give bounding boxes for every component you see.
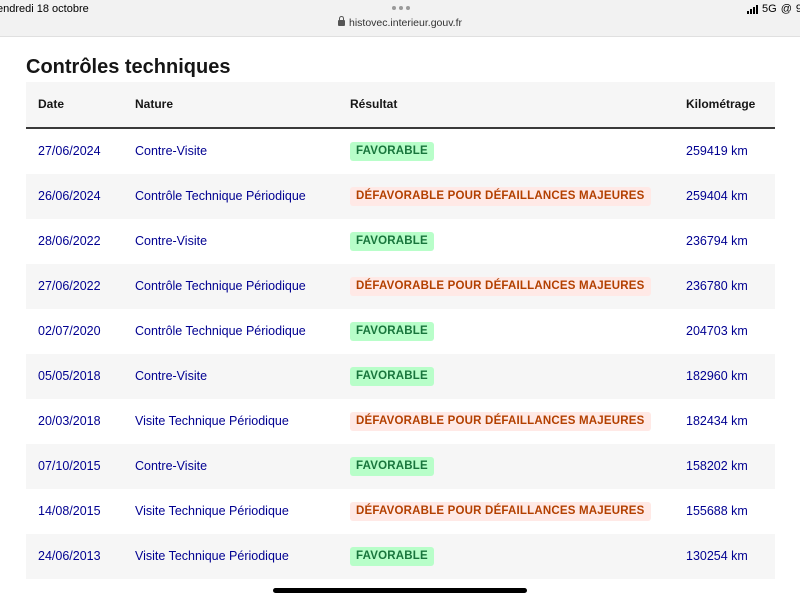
network-label: 5G [762,3,777,15]
table-row: 24/06/2013 Visite Technique Périodique FAV… [26,534,775,579]
row-nature: Contrôle Technique Périodique [135,324,306,338]
table-row: 14/08/2015 Visite Technique Périodique DÉF… [26,489,775,534]
battery-label: 9 [795,3,800,15]
row-nature: Visite Technique Périodique [135,504,289,518]
row-date: 07/10/2015 [38,459,101,473]
row-km: 259419 km [686,144,748,158]
table-row: 07/10/2015 Contre-Visite FAVORABLE 158202 k… [26,444,775,489]
row-nature: Contre-Visite [135,144,208,158]
row-result-cell: FAVORABLE [350,444,434,489]
inspections-table: Date Nature Résultat Kilométrage 27/06/2… [26,82,775,579]
status-badge: FAVORABLE [350,142,434,162]
address-bar[interactable]: histovec.interieur.gouv.fr [0,16,800,29]
row-nature: Contre-Visite [135,369,208,383]
status-time: endredi 18 octobre [0,3,89,15]
browser-status-bar: endredi 18 octobre histovec.interieur.go… [0,0,800,37]
row-km: 158202 km [686,459,748,473]
status-badge: FAVORABLE [350,547,434,567]
status-badge: DÉFAVORABLE POUR DÉFAILLANCES MAJEURES [350,277,651,297]
row-result-cell: FAVORABLE [350,534,434,579]
table-body: 27/06/2024 Contre-Visite FAVORABLE 259419 k… [26,129,775,579]
status-badge: DÉFAVORABLE POUR DÉFAILLANCES MAJEURES [350,187,651,207]
status-indicators: 5G @ 9 [747,3,800,15]
row-km: 182434 km [686,414,748,428]
more-dots-icon[interactable] [392,6,410,10]
url-text: histovec.interieur.gouv.fr [348,17,463,29]
row-km: 130254 km [686,549,748,563]
row-result-cell: FAVORABLE [350,354,434,399]
header-result: Résultat [350,97,398,111]
row-result-cell: DÉFAVORABLE POUR DÉFAILLANCES MAJEURES [350,264,651,309]
row-km: 236780 km [686,279,748,293]
row-result-cell: FAVORABLE [350,309,434,354]
status-badge: FAVORABLE [350,232,434,252]
table-row: 27/06/2022 Contrôle Technique Périodique D… [26,264,775,309]
row-nature: Contre-Visite [135,234,208,248]
status-badge: FAVORABLE [350,367,434,387]
row-date: 24/06/2013 [38,549,101,563]
table-row: 05/05/2018 Contre-Visite FAVORABLE 182960 k… [26,354,775,399]
home-indicator[interactable] [273,588,527,593]
rotation-lock-icon: @ [780,3,792,15]
row-nature: Visite Technique Périodique [135,414,289,428]
row-nature: Contrôle Technique Périodique [135,189,306,203]
header-date: Date [38,97,65,111]
row-result-cell: DÉFAVORABLE POUR DÉFAILLANCES MAJEURES [350,399,651,444]
table-row: 27/06/2024 Contre-Visite FAVORABLE 259419 k… [26,129,775,174]
row-nature: Contrôle Technique Périodique [135,279,306,293]
row-date: 05/05/2018 [38,369,101,383]
row-date: 02/07/2020 [38,324,101,338]
row-result-cell: DÉFAVORABLE POUR DÉFAILLANCES MAJEURES [350,489,651,534]
status-badge: FAVORABLE [350,322,434,342]
status-badge: DÉFAVORABLE POUR DÉFAILLANCES MAJEURES [350,412,651,432]
row-km: 182960 km [686,369,748,383]
status-badge: FAVORABLE [350,457,434,477]
row-date: 20/03/2018 [38,414,101,428]
row-date: 26/06/2024 [38,189,101,203]
row-date: 14/08/2015 [38,504,101,518]
status-badge: DÉFAVORABLE POUR DÉFAILLANCES MAJEURES [350,502,651,522]
row-result-cell: DÉFAVORABLE POUR DÉFAILLANCES MAJEURES [350,174,651,219]
table-row: 20/03/2018 Visite Technique Périodique DÉF… [26,399,775,444]
row-date: 27/06/2024 [38,144,101,158]
row-date: 27/06/2022 [38,279,101,293]
header-nature: Nature [135,97,174,111]
table-row: 28/06/2022 Contre-Visite FAVORABLE 236794 k… [26,219,775,264]
table-row: 26/06/2024 Contrôle Technique Périodique D… [26,174,775,219]
row-date: 28/06/2022 [38,234,101,248]
row-km: 236794 km [686,234,748,248]
row-result-cell: FAVORABLE [350,129,434,174]
lock-icon [337,16,345,26]
row-km: 155688 km [686,504,748,518]
row-km: 259404 km [686,189,748,203]
row-nature: Visite Technique Périodique [135,549,289,563]
row-km: 204703 km [686,324,748,338]
header-km: Kilométrage [686,97,756,111]
row-result-cell: FAVORABLE [350,219,434,264]
page-title: Contrôles techniques [26,56,231,78]
signal-icon [747,4,759,14]
table-row: 02/07/2020 Contrôle Technique Périodique F… [26,309,775,354]
table-header: Date Nature Résultat Kilométrage [26,82,775,129]
row-nature: Contre-Visite [135,459,208,473]
